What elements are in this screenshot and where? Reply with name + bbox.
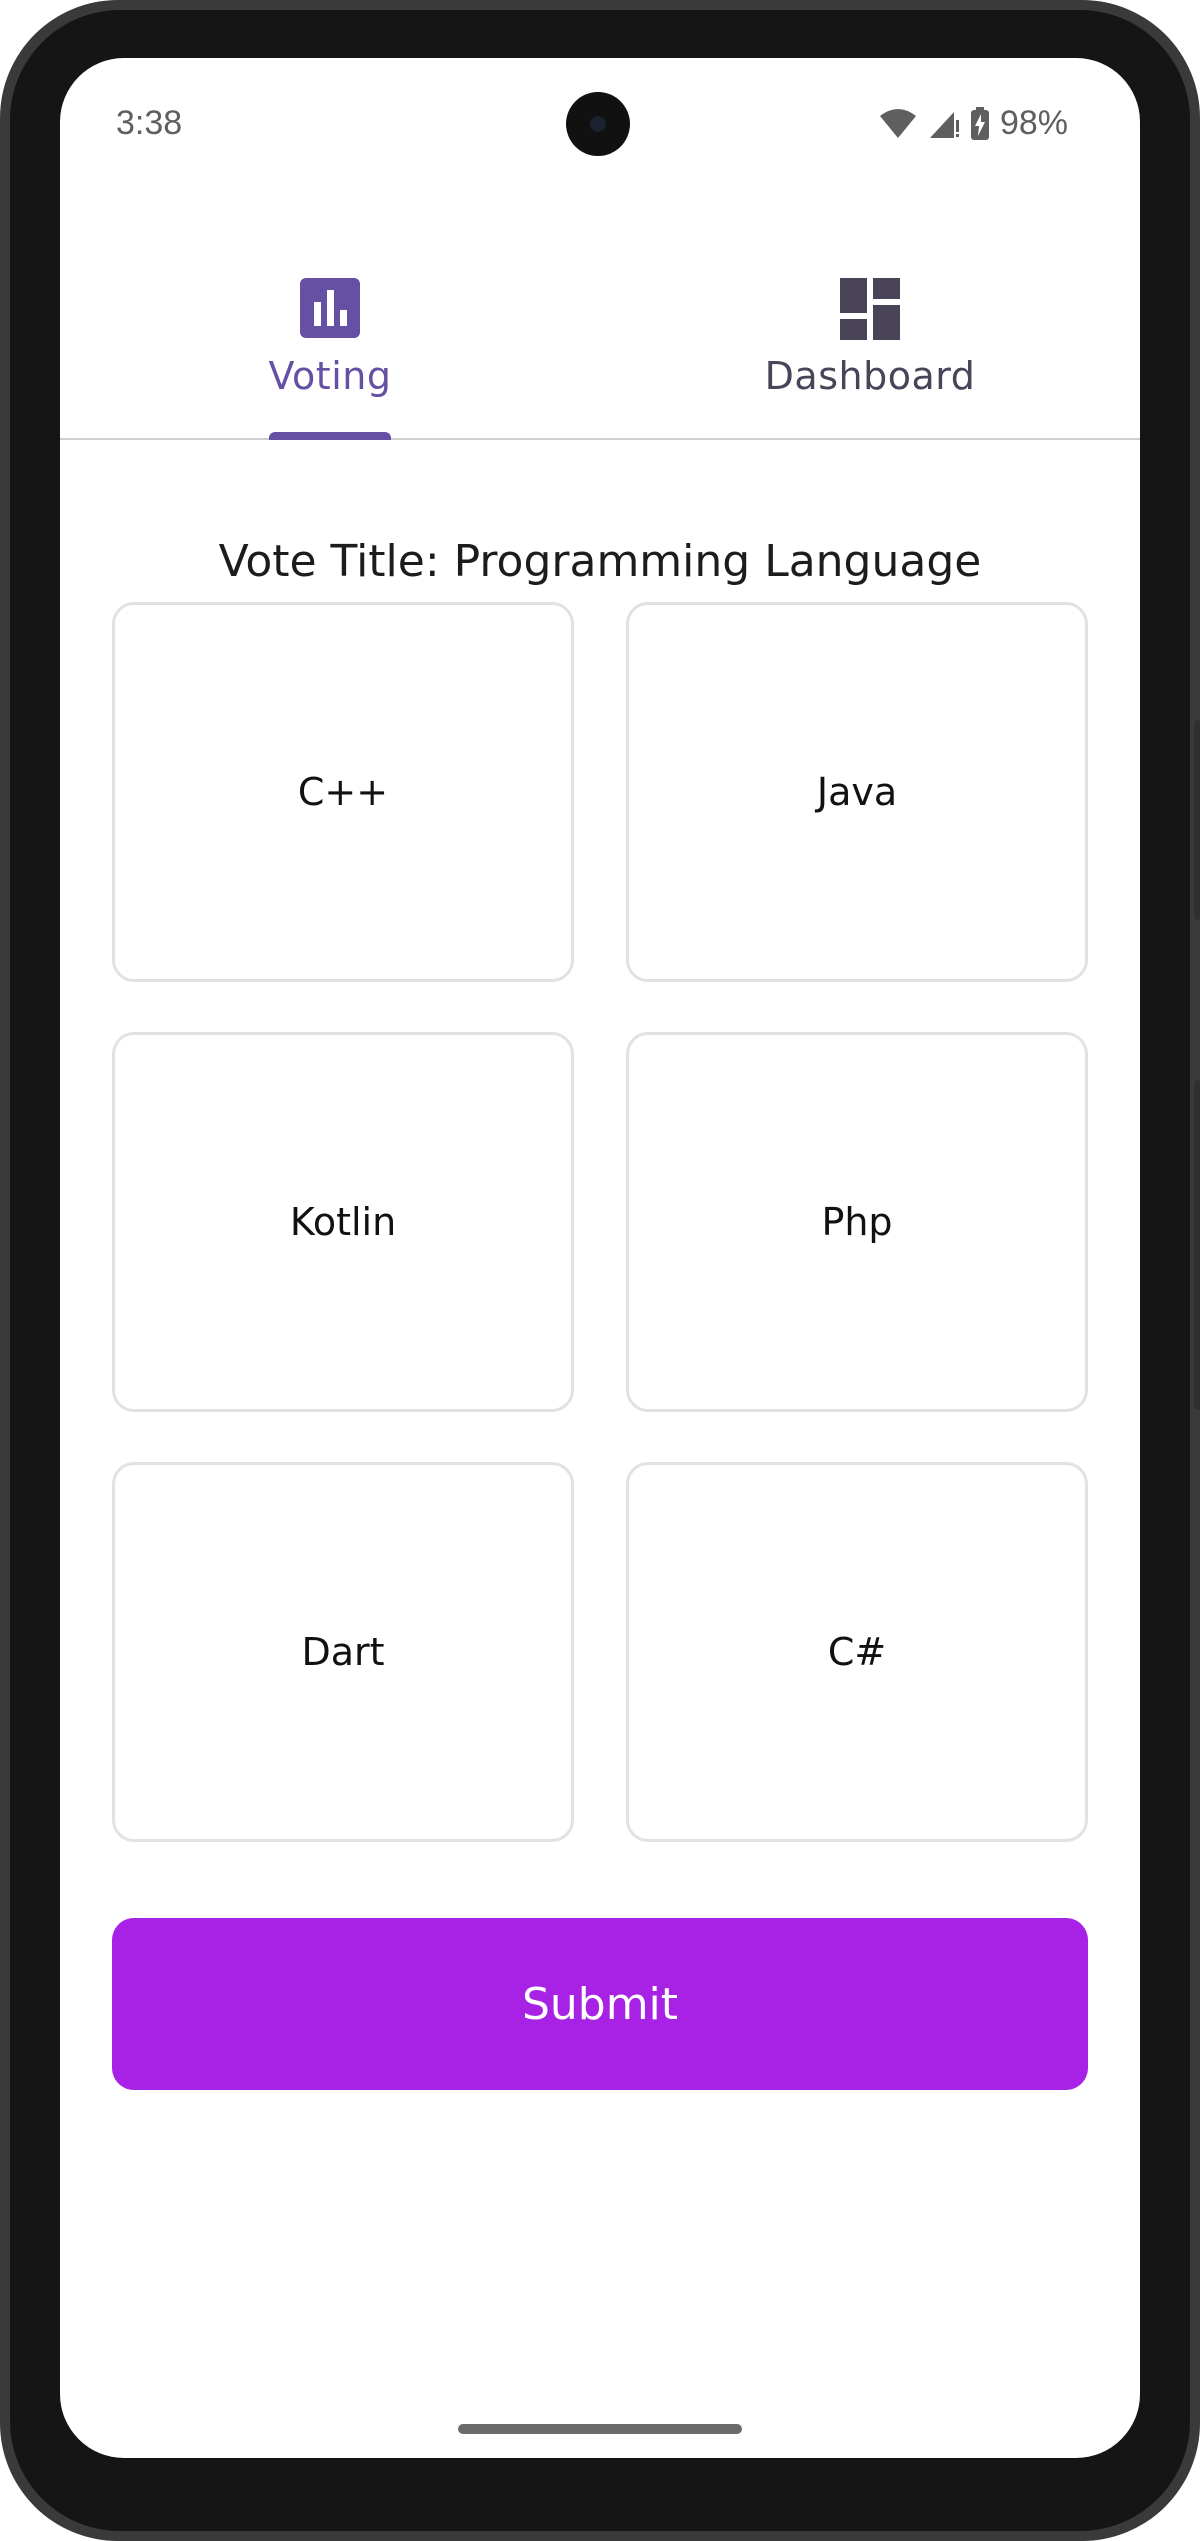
vote-title: Vote Title: Programming Language xyxy=(218,536,982,587)
app-screen: 3:38 98% Voting Dashboard Vote Title: Pr… xyxy=(60,58,1140,2458)
battery-percentage: 98% xyxy=(999,104,1068,142)
option-label: Dart xyxy=(301,1630,385,1674)
vote-option-card[interactable]: C# xyxy=(626,1462,1088,1842)
tab-dashboard[interactable]: Dashboard xyxy=(600,218,1140,438)
wifi-icon xyxy=(879,108,916,138)
tab-label: Voting xyxy=(268,354,392,398)
option-label: C++ xyxy=(297,770,389,814)
tab-voting[interactable]: Voting xyxy=(60,218,600,440)
device-frame: 3:38 98% Voting Dashboard Vote Title: Pr… xyxy=(0,0,1200,2541)
submit-button[interactable]: Submit xyxy=(112,1918,1088,2090)
volume-button xyxy=(1194,720,1200,920)
dashboard-icon xyxy=(840,278,900,340)
home-indicator[interactable] xyxy=(458,2424,742,2434)
option-label: Php xyxy=(821,1200,893,1244)
vote-options-grid: C++ Java Kotlin Php Dart C# xyxy=(112,602,1088,1842)
battery-charging-icon xyxy=(970,106,989,140)
status-time: 3:38 xyxy=(116,104,183,142)
option-label: C# xyxy=(827,1630,887,1674)
status-bar: 3:38 98% xyxy=(60,58,1140,188)
vote-option-card[interactable]: Java xyxy=(626,602,1088,982)
tab-label: Dashboard xyxy=(764,354,976,398)
active-tab-indicator xyxy=(269,432,391,440)
vote-option-card[interactable]: Php xyxy=(626,1032,1088,1412)
option-label: Java xyxy=(816,770,898,814)
bar-chart-icon xyxy=(300,278,360,338)
cell-signal-icon xyxy=(929,111,959,138)
vote-option-card[interactable]: C++ xyxy=(112,602,574,982)
vote-option-card[interactable]: Dart xyxy=(112,1462,574,1842)
power-button xyxy=(1194,1080,1200,1410)
option-label: Kotlin xyxy=(289,1200,397,1244)
tab-bar: Voting Dashboard xyxy=(60,218,1140,440)
front-camera xyxy=(566,92,630,156)
status-icons: 98% xyxy=(878,104,1068,143)
vote-option-card[interactable]: Kotlin xyxy=(112,1032,574,1412)
